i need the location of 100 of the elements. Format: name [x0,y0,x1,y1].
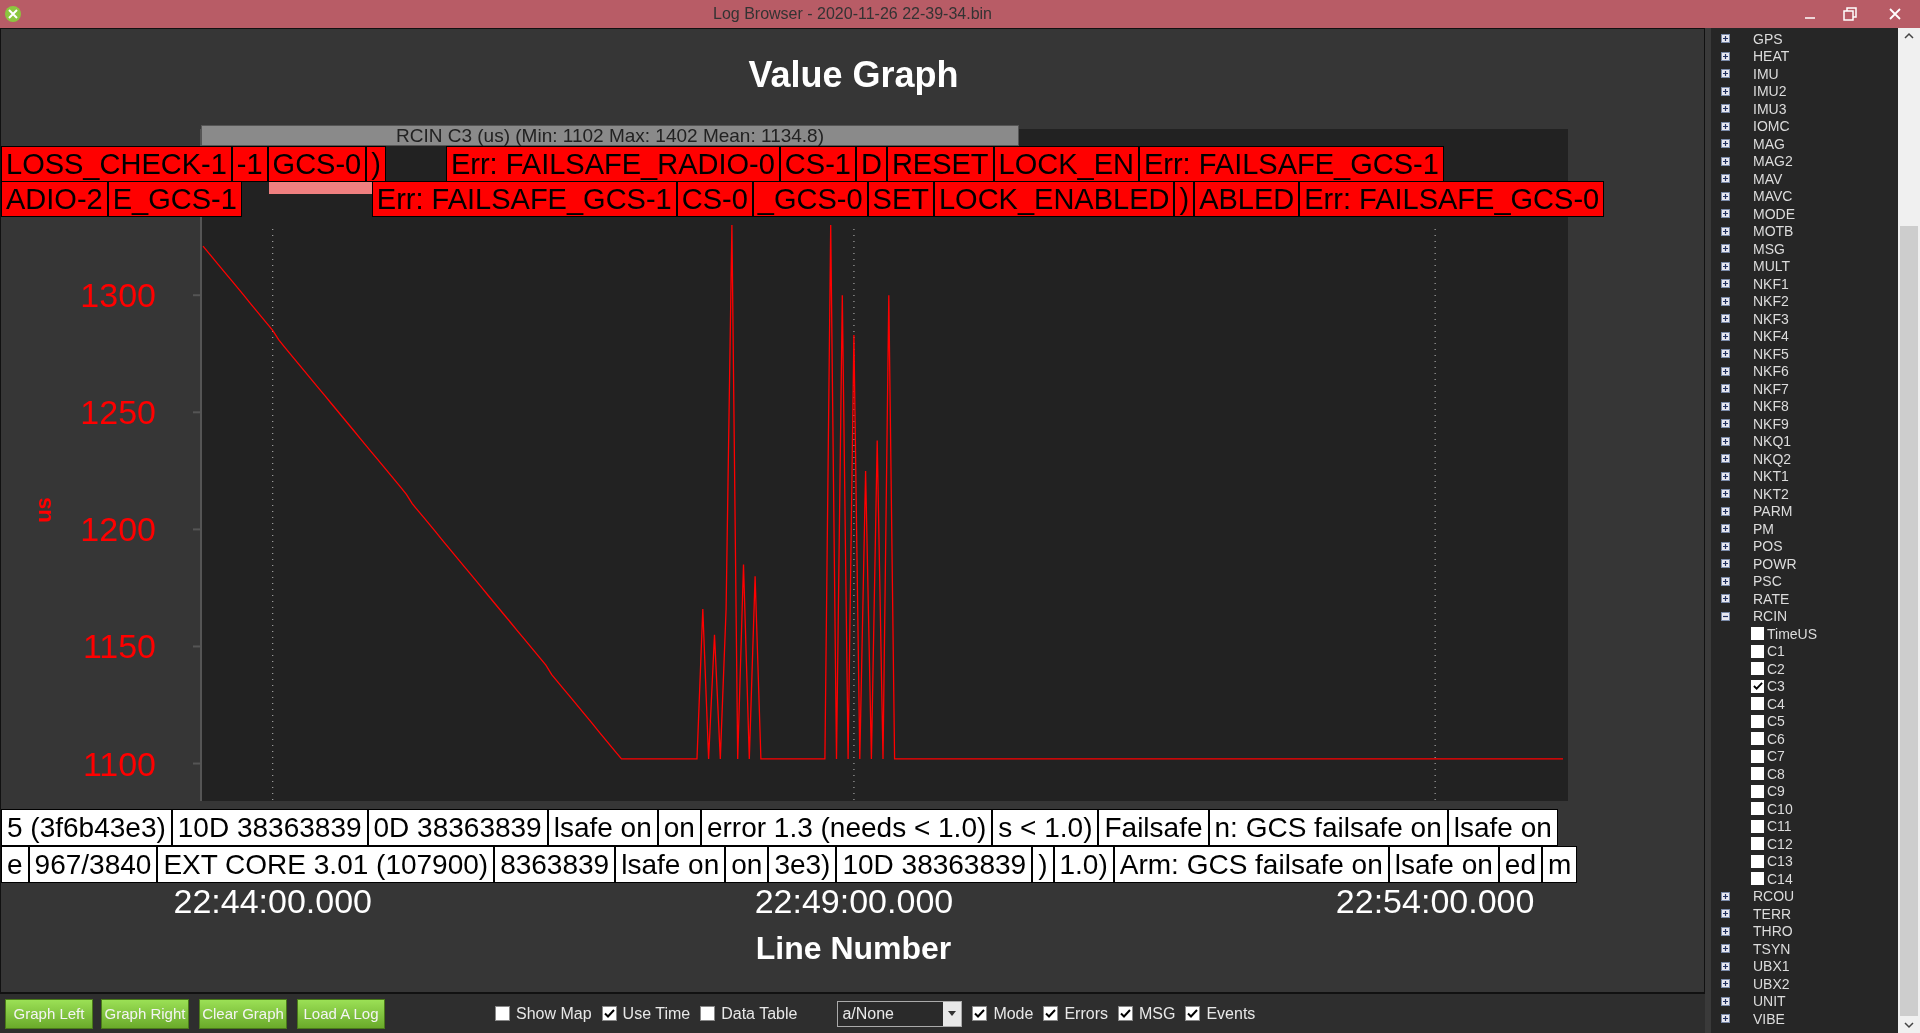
tree-item[interactable]: UNIT [1753,994,1786,1009]
checkbox[interactable] [1751,767,1764,781]
tree-item[interactable]: C13 [1767,854,1793,869]
checkbox[interactable] [1185,1006,1201,1021]
tree-item[interactable]: C6 [1767,731,1785,746]
expand-icon[interactable] [1721,489,1730,499]
checkbox[interactable] [1117,1006,1133,1021]
tree-item[interactable]: RCIN [1753,609,1788,624]
expand-icon[interactable] [1721,296,1730,306]
tree-item[interactable]: NKQ2 [1753,451,1792,466]
tree-item[interactable]: NKT1 [1753,469,1789,484]
tree-item[interactable]: IMU3 [1753,101,1787,116]
tree-item[interactable]: NKF1 [1753,276,1789,291]
expand-icon[interactable] [1721,104,1730,114]
expand-icon[interactable] [1721,436,1730,446]
tree-item[interactable]: NKF9 [1753,416,1789,431]
expand-icon[interactable] [1721,261,1730,271]
expand-icon[interactable] [1721,506,1730,516]
expand-icon[interactable] [1721,576,1730,586]
tree-item[interactable]: RCOU [1753,889,1795,904]
tree-item[interactable]: TimeUS [1767,626,1818,641]
expand-icon[interactable] [1721,226,1730,236]
checkbox[interactable] [1751,644,1764,658]
tree-item[interactable]: C2 [1767,661,1785,676]
expand-icon[interactable] [1721,51,1730,61]
expand-icon[interactable] [1721,419,1730,429]
scrollbar[interactable] [1898,28,1920,1033]
expand-icon[interactable] [1721,996,1730,1006]
tree-item[interactable]: PM [1753,521,1774,536]
checkbox[interactable] [1751,802,1764,816]
expand-icon[interactable] [1721,524,1730,534]
scroll-down-icon[interactable] [1904,1021,1914,1029]
checkbox[interactable] [1751,714,1764,728]
expand-icon[interactable] [1721,471,1730,481]
tree-item[interactable]: MOTB [1753,224,1794,239]
tree-item[interactable]: MAV [1753,171,1783,186]
tree-item[interactable]: NKF6 [1753,364,1789,379]
scrollbar-thumb[interactable] [1900,225,1918,1016]
tree-item[interactable]: NKQ1 [1753,434,1792,449]
expand-icon[interactable] [1721,891,1730,901]
tree-item[interactable]: RATE [1753,591,1790,606]
tree-item[interactable]: C3 [1767,679,1785,694]
expand-icon[interactable] [1721,559,1730,569]
checkbox[interactable] [972,1006,988,1021]
expand-icon[interactable] [1721,366,1730,376]
expand-icon[interactable] [1721,384,1730,394]
tree-item[interactable]: IMU2 [1753,84,1787,99]
expand-icon[interactable] [1721,69,1730,79]
dropdown[interactable]: a/None [837,1000,963,1027]
tree-item[interactable]: C10 [1767,801,1793,816]
tree-item[interactable]: MODE [1753,206,1795,221]
expand-icon[interactable] [1721,191,1730,201]
checkbox[interactable] [601,1006,617,1021]
tree-item[interactable]: NKF5 [1753,346,1789,361]
expand-icon[interactable] [1721,926,1730,936]
tree-item[interactable]: POS [1753,539,1783,554]
expand-icon[interactable] [1721,979,1730,989]
expand-icon[interactable] [1721,174,1730,184]
tree-item[interactable]: THRO [1753,924,1793,939]
tree-item[interactable]: NKF3 [1753,311,1789,326]
tree-item[interactable]: MAG2 [1753,154,1793,169]
tree-item[interactable]: UBX2 [1753,976,1790,991]
scroll-up-icon[interactable] [1904,32,1914,40]
expand-icon[interactable] [1721,244,1730,254]
expand-icon[interactable] [1721,279,1730,289]
expand-icon[interactable] [1721,594,1730,604]
tree-item[interactable]: C4 [1767,696,1785,711]
checkbox[interactable] [1751,819,1764,833]
checkbox[interactable] [1751,837,1764,851]
tree-item[interactable]: NKF2 [1753,294,1789,309]
checkbox[interactable] [1751,662,1764,676]
expand-icon[interactable] [1721,139,1730,149]
expand-icon[interactable] [1721,961,1730,971]
checkbox[interactable] [1751,732,1764,746]
collapse-icon[interactable] [1721,611,1730,621]
tree-item[interactable]: C7 [1767,749,1785,764]
expand-icon[interactable] [1721,314,1730,324]
checkbox[interactable] [700,1006,716,1021]
checkbox[interactable] [1751,627,1764,641]
expand-icon[interactable] [1721,1014,1730,1024]
tree-item[interactable]: NKF7 [1753,381,1789,396]
tree-item[interactable]: TERR [1753,906,1792,921]
tree-item[interactable]: VIBE [1753,1011,1785,1026]
expand-icon[interactable] [1721,34,1730,44]
tree-item[interactable]: MAVC [1753,189,1793,204]
tree-item[interactable]: MSG [1753,241,1785,256]
expand-icon[interactable] [1721,401,1730,411]
tree-item[interactable]: MAG [1753,136,1785,151]
tree-item[interactable]: NKT2 [1753,486,1789,501]
checkbox[interactable] [1751,854,1764,868]
expand-icon[interactable] [1721,909,1730,919]
checkbox[interactable] [495,1006,510,1021]
tree-item[interactable]: PARM [1753,504,1793,519]
tree-item[interactable]: PSC [1753,574,1782,589]
checkbox[interactable] [1751,679,1764,693]
tree-item[interactable]: C1 [1767,644,1785,659]
tree-item[interactable]: C9 [1767,784,1785,799]
expand-icon[interactable] [1721,121,1730,131]
tree-item[interactable]: C11 [1767,819,1792,834]
expand-icon[interactable] [1721,156,1730,166]
